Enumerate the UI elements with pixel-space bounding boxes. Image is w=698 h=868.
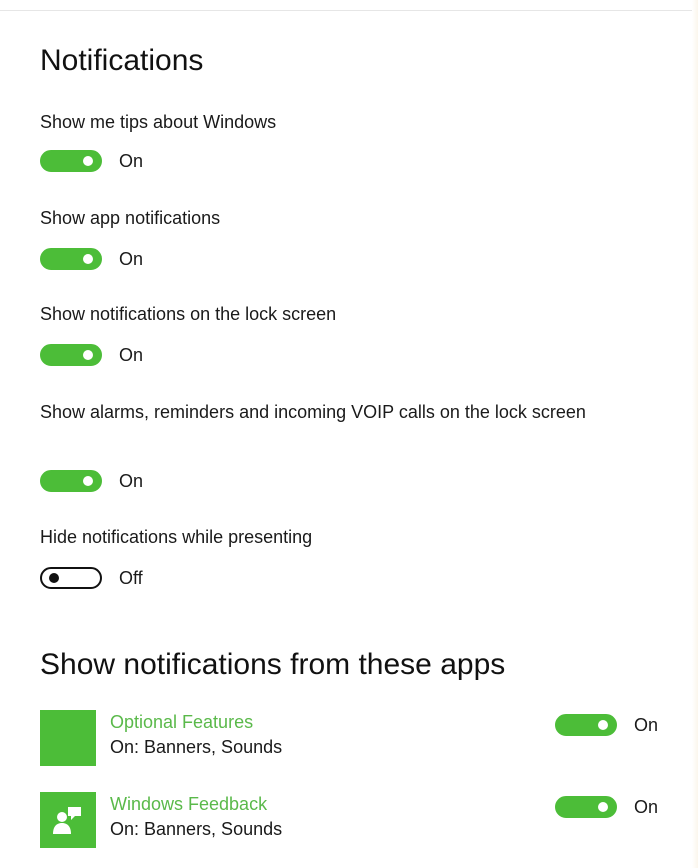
setting-row-app-notifications: On (40, 246, 143, 272)
alarms-voip-toggle-state: On (119, 470, 144, 491)
app-name-windows-feedback[interactable]: Windows Feedback (110, 794, 267, 815)
toggle-knob (598, 720, 608, 730)
app-toggle-row-optional-features: On (555, 712, 658, 738)
app-notifications-toggle[interactable] (40, 248, 102, 270)
toggle-knob (598, 802, 608, 812)
hide-presenting-toggle-state: Off (119, 567, 143, 588)
optional-features-toggle-state: On (634, 714, 659, 735)
notifications-section-title: Notifications (40, 44, 204, 77)
app-row-windows-feedback: Windows Feedback On: Banners, Sounds On (40, 792, 680, 848)
alarms-voip-toggle[interactable] (40, 470, 102, 492)
optional-features-toggle[interactable] (555, 714, 617, 736)
windows-feedback-toggle[interactable] (555, 796, 617, 818)
app-detail-optional-features: On: Banners, Sounds (110, 737, 283, 757)
window-edge (692, 0, 698, 868)
setting-row-alarms-voip: On (40, 468, 143, 494)
app-name-optional-features[interactable]: Optional Features (110, 712, 253, 733)
setting-row-lock-screen: On (40, 342, 143, 368)
tips-toggle[interactable] (40, 150, 102, 172)
toggle-knob (49, 573, 59, 583)
setting-label-hide-presenting: Hide notifications while presenting (40, 527, 313, 547)
toggle-knob (83, 156, 93, 166)
feedback-person-icon (53, 807, 81, 834)
setting-row-hide-presenting: Off (40, 565, 143, 591)
toggle-knob (83, 476, 93, 486)
app-tile-windows-feedback (40, 792, 96, 848)
app-notifications-toggle-state: On (119, 248, 144, 269)
setting-label-app-notifications: Show app notifications (40, 208, 221, 228)
setting-row-tips: On (40, 148, 143, 174)
app-row-optional-features: Optional Features On: Banners, Sounds On (40, 710, 680, 766)
app-detail-windows-feedback: On: Banners, Sounds (110, 819, 283, 839)
top-divider (0, 10, 698, 11)
lock-screen-toggle-state: On (119, 344, 144, 365)
lock-screen-toggle[interactable] (40, 344, 102, 366)
blank-app-icon (40, 710, 96, 766)
toggle-knob (83, 350, 93, 360)
apps-section-title: Show notifications from these apps (40, 648, 506, 681)
app-toggle-row-windows-feedback: On (555, 794, 658, 820)
setting-label-lock-screen: Show notifications on the lock screen (40, 304, 337, 324)
setting-label-tips: Show me tips about Windows (40, 112, 277, 132)
tips-toggle-state: On (119, 150, 144, 171)
toggle-knob (83, 254, 93, 264)
hide-presenting-toggle[interactable] (40, 567, 102, 589)
windows-feedback-toggle-state: On (634, 796, 659, 817)
setting-label-alarms-voip: Show alarms, reminders and incoming VOIP… (40, 402, 586, 422)
